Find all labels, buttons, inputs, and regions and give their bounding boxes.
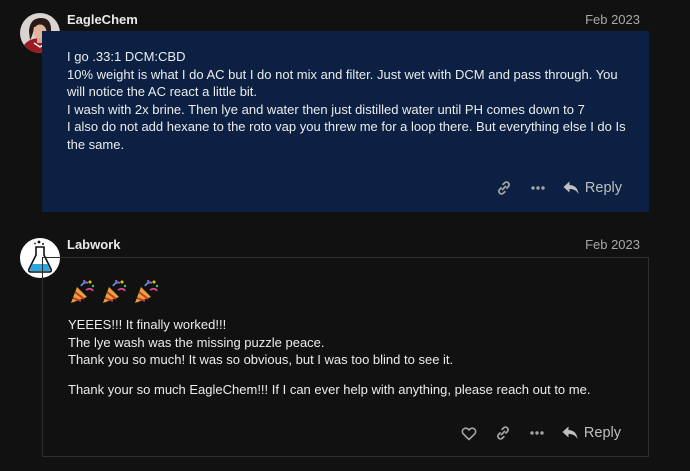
heart-icon[interactable] xyxy=(452,420,486,446)
post-text-line: Thank you so much! It was so obvious, bu… xyxy=(68,352,454,367)
reply-icon xyxy=(563,181,579,194)
ellipsis-icon[interactable] xyxy=(520,420,554,446)
link-icon[interactable] xyxy=(487,175,521,201)
post-actions: Reply xyxy=(452,420,621,446)
party-popper-icon xyxy=(103,279,127,303)
post-body: I go .33:1 DCM:CBD 10% weight is what I … xyxy=(42,31,649,212)
post-paragraph: Thank your so much EagleChem!!! If I can… xyxy=(68,381,591,397)
post-text-line: I wash with 2x brine. Then lye and water… xyxy=(67,101,585,117)
emoji-row xyxy=(68,278,628,306)
ellipsis-icon[interactable] xyxy=(521,175,555,201)
reply-button[interactable]: Reply xyxy=(563,180,622,196)
post-date[interactable]: Feb 2023 xyxy=(585,12,640,27)
post-username[interactable]: EagleChem xyxy=(67,12,138,27)
reply-icon xyxy=(562,426,578,439)
post-content: I go .33:1 DCM:CBD 10% weight is what I … xyxy=(67,48,629,153)
reply-label: Reply xyxy=(584,180,622,196)
post-paragraph: YEEES!!! It finally worked!!! The lye wa… xyxy=(68,316,628,369)
party-popper-icon xyxy=(71,279,95,303)
post-body: YEEES!!! It finally worked!!! The lye wa… xyxy=(42,257,649,457)
post-date[interactable]: Feb 2023 xyxy=(585,237,640,252)
link-icon[interactable] xyxy=(486,420,520,446)
post-username[interactable]: Labwork xyxy=(67,237,120,252)
post-text-line: The lye wash was the missing puzzle peac… xyxy=(68,334,325,350)
reply-label: Reply xyxy=(583,425,621,441)
party-popper-icon xyxy=(135,279,159,303)
reply-button[interactable]: Reply xyxy=(562,425,621,441)
post-text-line: I also do not add hexane to the roto vap… xyxy=(67,119,626,152)
post-text-line: 10% weight is what I do AC but I do not … xyxy=(67,66,618,100)
post-content: YEEES!!! It finally worked!!! The lye wa… xyxy=(68,278,628,410)
post-text-line: YEEES!!! It finally worked!!! xyxy=(68,317,227,332)
post-actions: Reply xyxy=(487,175,622,201)
post-text-line: I go .33:1 DCM:CBD xyxy=(67,49,186,64)
